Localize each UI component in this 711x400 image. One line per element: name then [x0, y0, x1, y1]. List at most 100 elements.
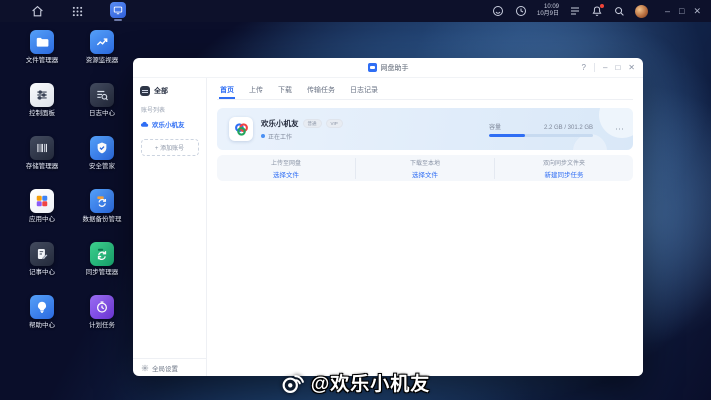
desktop-icon-resource-monitor[interactable]: 资源监视器: [72, 30, 132, 83]
watermark-handle: @欢乐小机友: [311, 369, 431, 396]
task-queue-icon[interactable]: [568, 4, 582, 18]
tab-bar: 首页 上传 下载 传输任务 日志记录: [217, 82, 633, 100]
sync-arrows-icon: [90, 242, 114, 266]
desktop-icon-app-center[interactable]: 应用中心: [12, 189, 72, 242]
apps-grid-icon[interactable]: [70, 4, 84, 18]
desktop-icon-sync-manager[interactable]: 同步管理器: [72, 242, 132, 295]
netdisk-app-icon: [110, 2, 126, 18]
taskbar-window-controls: – □ ✕: [665, 6, 703, 17]
folder-icon: [30, 30, 54, 54]
assistant-icon[interactable]: [491, 4, 505, 18]
sidebar-account-label: 欢乐小机友: [152, 119, 185, 129]
window-title: 网盘助手: [381, 63, 409, 73]
netdisk-logo: [229, 117, 253, 141]
desktop-icon-help-center[interactable]: 帮助中心: [12, 295, 72, 348]
tab-logs[interactable]: 日志记录: [349, 82, 379, 99]
cloud-icon: [140, 120, 149, 129]
window-minimize-button[interactable]: –: [603, 63, 607, 72]
taskbar-right: 10:09 10月9日 – □ ✕: [491, 4, 711, 18]
choose-file-link[interactable]: 选择文件: [217, 169, 355, 179]
desktop-icon-label: 控制面板: [29, 110, 55, 117]
action-upload: 上传至网盘 选择文件: [217, 158, 355, 179]
close-button[interactable]: ✕: [693, 6, 701, 17]
sidebar: 全部 账号列表 欢乐小机友 + 添加账号 全局设置: [133, 78, 207, 376]
add-account-button[interactable]: + 添加账号: [141, 139, 199, 156]
desktop-icon-notes[interactable]: 记事中心: [12, 242, 72, 295]
quota-value: 2.2 GB / 301.2 GB: [544, 125, 593, 131]
minimize-button[interactable]: –: [665, 6, 670, 16]
window-body: 全部 账号列表 欢乐小机友 + 添加账号 全局设置 首页: [133, 78, 643, 376]
window-title-group: 网盘助手: [368, 63, 409, 73]
library-icon: [140, 86, 150, 96]
window-maximize-button[interactable]: □: [615, 63, 620, 72]
desktop-icon-security[interactable]: 安全管家: [72, 136, 132, 189]
desktop-icon-label: 文件管理器: [26, 57, 59, 64]
sidebar-library-item[interactable]: 全部: [140, 86, 199, 96]
action-sync: 双向同步文件夹 新建同步任务: [494, 158, 633, 179]
desktop-icon-label: 资源监视器: [86, 57, 119, 64]
sliders-icon: [30, 83, 54, 107]
window-close-button[interactable]: ✕: [628, 63, 635, 72]
taskbar-active-app[interactable]: [110, 2, 126, 21]
weibo-logo-icon: [281, 372, 305, 394]
action-download: 下载至本地 选择文件: [355, 158, 494, 179]
window-controls: ? – □ ✕: [582, 58, 635, 77]
notebook-pen-icon: [30, 242, 54, 266]
account-info: 欢乐小机友 普通 VIP 正在工作: [261, 118, 343, 141]
account-card: 欢乐小机友 普通 VIP 正在工作 容量 2.2 GB / 301.2 GB: [217, 108, 633, 150]
watermark: @欢乐小机友: [0, 369, 711, 396]
help-button[interactable]: ?: [582, 63, 586, 72]
tab-transfer-tasks[interactable]: 传输任务: [306, 82, 336, 99]
notifications-icon[interactable]: [591, 5, 603, 17]
taskbar-clock[interactable]: 10:09 10月9日: [537, 4, 559, 18]
account-badge: VIP: [326, 119, 343, 128]
desktop-icon-label: 数据备份管理: [83, 216, 122, 223]
status-dot: [261, 134, 265, 138]
desktop-icon-label: 帮助中心: [29, 322, 55, 329]
library-label: 全部: [154, 86, 168, 96]
tab-upload[interactable]: 上传: [248, 82, 264, 99]
lightbulb-icon: [30, 295, 54, 319]
desktop-icon-log-center[interactable]: 日志中心: [72, 83, 132, 136]
desktop-icon-storage-manager[interactable]: 存储管理器: [12, 136, 72, 189]
desktop-icon-label: 存储管理器: [26, 163, 59, 170]
app-center-icon: [30, 189, 54, 213]
window-titlebar[interactable]: 网盘助手 ? – □ ✕: [133, 58, 643, 78]
tab-download[interactable]: 下载: [277, 82, 293, 99]
search-icon[interactable]: [612, 4, 626, 18]
maximize-button[interactable]: □: [679, 6, 684, 16]
desktop-icon-backup[interactable]: 数据备份管理: [72, 189, 132, 242]
account-badge: 普通: [303, 119, 322, 128]
taskbar-left: [0, 2, 126, 21]
clock-icon[interactable]: [514, 4, 528, 18]
netdisk-app-window: 网盘助手 ? – □ ✕ 全部 账号列表 欢乐小机友 + 添加账号: [133, 58, 643, 376]
taskbar: 10:09 10月9日 – □ ✕: [0, 0, 711, 22]
new-sync-task-link[interactable]: 新建同步任务: [495, 169, 633, 179]
tab-home[interactable]: 首页: [219, 82, 235, 99]
choose-file-link[interactable]: 选择文件: [356, 169, 494, 179]
desktop-icon-label: 记事中心: [29, 269, 55, 276]
timer-icon: [90, 295, 114, 319]
log-search-icon: [90, 83, 114, 107]
desktop-icon-control-panel[interactable]: 控制面板: [12, 83, 72, 136]
quota-label: 容量: [489, 122, 501, 131]
controls-divider: [594, 63, 595, 72]
barcode-icon: [30, 136, 54, 160]
user-avatar[interactable]: [635, 5, 648, 18]
desktop-icon-task-scheduler[interactable]: 计划任务: [72, 295, 132, 348]
quota-block: 容量 2.2 GB / 301.2 GB: [489, 122, 593, 137]
desktop-icon-label: 应用中心: [29, 216, 55, 223]
desktop-icon-label: 同步管理器: [86, 269, 119, 276]
action-label: 上传至网盘: [217, 158, 355, 167]
card-more-button[interactable]: ⋯: [615, 124, 625, 135]
account-name: 欢乐小机友: [261, 118, 299, 129]
account-status: 正在工作: [268, 132, 292, 141]
desktop-icon-file-manager[interactable]: 文件管理器: [12, 30, 72, 83]
app-title-icon: [368, 63, 377, 72]
trend-chart-icon: [90, 30, 114, 54]
home-icon[interactable]: [30, 4, 44, 18]
quota-progress-fill: [489, 134, 525, 137]
sidebar-account-item[interactable]: 欢乐小机友: [140, 119, 199, 129]
backup-sync-icon: [90, 189, 114, 213]
desktop-icon-label: 日志中心: [89, 110, 115, 117]
